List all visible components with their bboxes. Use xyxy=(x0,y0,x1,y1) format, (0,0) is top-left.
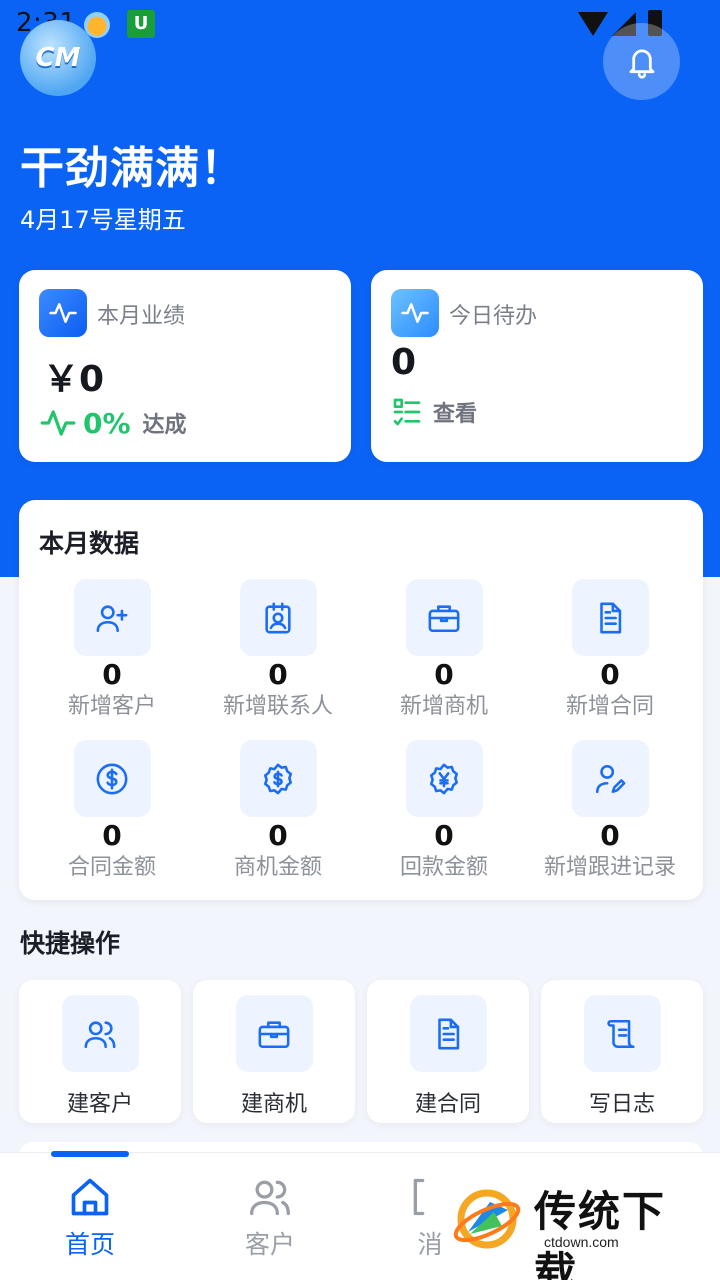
stat-value: 0 xyxy=(434,658,454,691)
users-icon xyxy=(250,1180,290,1216)
quick-action-label: 建客户 xyxy=(66,1092,133,1117)
tab-label: 首页 xyxy=(64,1230,115,1259)
stat-value: 0 xyxy=(600,658,620,691)
quick-action-label: 建商机 xyxy=(240,1092,307,1117)
bell-icon xyxy=(629,49,654,79)
stat-label: 合同金额 xyxy=(67,855,156,880)
user-edit-icon xyxy=(571,740,649,817)
quick-action-label: 建合同 xyxy=(414,1092,481,1117)
pulse-icon xyxy=(391,289,439,337)
scroll-icon xyxy=(583,995,661,1072)
quick-action-label: 写日志 xyxy=(588,1092,655,1117)
view-label: 查看 xyxy=(433,402,478,427)
performance-value: ￥0 xyxy=(43,359,105,400)
achievement-row: 0% 达成 xyxy=(39,403,187,443)
stat-value: 0 xyxy=(102,658,122,691)
monthly-performance-card[interactable]: 本月业绩 ￥0 0% 达成 xyxy=(19,270,351,462)
create-contract-button[interactable]: 建合同 xyxy=(367,980,529,1123)
quick-actions-title: 快捷操作 xyxy=(20,929,121,958)
current-date: 4月17号星期五 xyxy=(20,206,186,234)
watermark-logo-icon xyxy=(453,1189,521,1249)
tab-customers[interactable]: 客户 xyxy=(210,1175,330,1261)
stat-value: 0 xyxy=(434,819,454,852)
tab-label: 客户 xyxy=(244,1230,295,1259)
yen-badge-icon xyxy=(405,740,483,817)
briefcase-icon xyxy=(235,995,313,1072)
achievement-label: 达成 xyxy=(142,413,187,438)
stat-new-contracts[interactable]: 0 新增合同 xyxy=(530,579,690,729)
app-logo-text: CM xyxy=(35,43,81,73)
stat-value: 0 xyxy=(600,819,620,852)
trend-pulse-icon xyxy=(40,410,76,436)
briefcase-icon xyxy=(405,579,483,656)
monthly-data-panel: 本月数据 0 新增客户 0 新增联系人 0 新增商机 0 新增合同 0 合同金额 xyxy=(19,500,703,900)
stat-opportunity-amount[interactable]: 0 商机金额 xyxy=(198,740,358,890)
todo-label: 今日待办 xyxy=(449,304,538,329)
users-icon xyxy=(61,995,139,1072)
stat-label: 商机金额 xyxy=(233,855,322,880)
stat-value: 0 xyxy=(268,819,288,852)
performance-label: 本月业绩 xyxy=(97,304,186,329)
document-icon xyxy=(409,995,487,1072)
wifi-icon xyxy=(578,12,608,36)
stat-label: 新增跟进记录 xyxy=(543,855,676,880)
notification-app-icon: U xyxy=(127,10,155,38)
stat-label: 新增合同 xyxy=(565,694,654,719)
today-todo-card[interactable]: 今日待办 0 查看 xyxy=(371,270,703,462)
stat-new-customers[interactable]: 0 新增客户 xyxy=(32,579,192,729)
watermark: 传统下载 ctdown.com xyxy=(444,1172,700,1280)
todo-count: 0 xyxy=(391,342,417,383)
stat-label: 新增商机 xyxy=(399,694,488,719)
stat-value: 0 xyxy=(268,658,288,691)
stat-new-followups[interactable]: 0 新增跟进记录 xyxy=(530,740,690,890)
create-customer-button[interactable]: 建客户 xyxy=(19,980,181,1123)
dollar-badge-icon xyxy=(239,740,317,817)
todo-view-link[interactable]: 查看 xyxy=(391,394,477,430)
app-logo: CM xyxy=(20,20,96,96)
pulse-icon xyxy=(39,289,87,337)
stat-new-opportunities[interactable]: 0 新增商机 xyxy=(364,579,524,729)
create-opportunity-button[interactable]: 建商机 xyxy=(193,980,355,1123)
tab-home[interactable]: 首页 xyxy=(30,1175,150,1261)
document-icon xyxy=(571,579,649,656)
watermark-title: 传统下载 xyxy=(534,1187,667,1280)
stat-new-contacts[interactable]: 0 新增联系人 xyxy=(198,579,358,729)
stat-label: 回款金额 xyxy=(399,855,488,880)
stat-contract-amount[interactable]: 0 合同金额 xyxy=(32,740,192,890)
dollar-circle-icon xyxy=(73,740,151,817)
stat-payment-amount[interactable]: 0 回款金额 xyxy=(364,740,524,890)
stat-label: 新增联系人 xyxy=(222,694,333,719)
greeting-title: 干劲满满！ xyxy=(20,143,245,194)
checklist-icon xyxy=(393,398,421,426)
contact-card-icon xyxy=(239,579,317,656)
write-log-button[interactable]: 写日志 xyxy=(541,980,703,1123)
active-tab-indicator xyxy=(51,1151,129,1157)
stat-label: 新增客户 xyxy=(67,694,156,719)
user-add-icon xyxy=(73,579,151,656)
monthly-data-title: 本月数据 xyxy=(39,529,140,558)
watermark-subtitle: ctdown.com xyxy=(544,1234,619,1250)
home-icon xyxy=(71,1178,109,1216)
notification-button[interactable] xyxy=(603,23,680,100)
achievement-percent: 0% xyxy=(83,406,131,440)
stat-value: 0 xyxy=(102,819,122,852)
